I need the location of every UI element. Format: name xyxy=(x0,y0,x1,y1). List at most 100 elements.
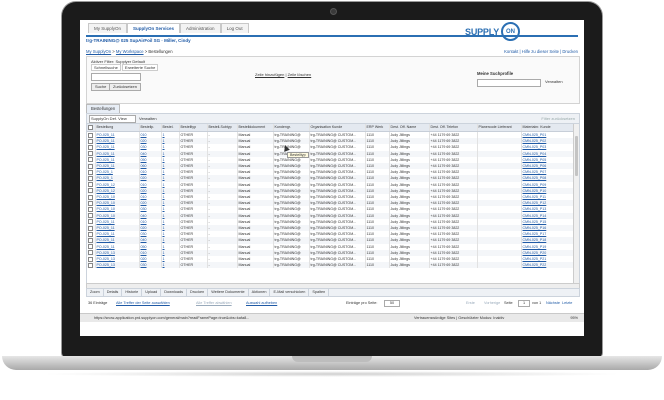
column-header[interactable]: Bestellung xyxy=(95,124,140,132)
table-cell: +44 1179 69 3822 xyxy=(429,131,478,139)
next-page-link[interactable]: Nächste xyxy=(546,299,560,307)
row-checkbox[interactable] xyxy=(88,231,93,237)
column-header[interactable]: ERP Werk xyxy=(365,124,390,132)
action-button[interactable]: Aktionen xyxy=(249,289,271,296)
column-header[interactable]: Dest. Off. Telefon xyxy=(429,124,478,132)
row-checkbox[interactable] xyxy=(88,151,93,157)
add-row-link[interactable]: Zeile hinzufügen xyxy=(255,72,284,77)
row-checkbox[interactable] xyxy=(88,169,93,175)
tab-quick-search[interactable]: Schnellsuche xyxy=(91,64,121,71)
tab-my-supplyon[interactable]: My SupplyOn xyxy=(88,23,128,33)
action-button[interactable]: Drucken xyxy=(187,289,209,296)
vertical-scrollbar[interactable] xyxy=(573,124,579,284)
tab-supplyon-services[interactable]: SupplyOn Services xyxy=(127,23,181,33)
search-profile-select[interactable] xyxy=(477,79,541,87)
table-cell[interactable]: CMN-025_P22 xyxy=(521,262,574,269)
reset-button[interactable]: Zurücksetzen xyxy=(109,83,142,91)
column-header[interactable]: Bestel. xyxy=(161,124,180,132)
column-header[interactable]: Kundengr. xyxy=(273,124,310,132)
breadcrumb-workspace[interactable]: My Workspace xyxy=(116,49,144,54)
action-button[interactable]: Upload xyxy=(142,289,162,296)
per-page-select[interactable]: 50 xyxy=(384,300,400,307)
action-button[interactable]: Spalten xyxy=(309,289,330,296)
tab-log-out[interactable]: Log Out xyxy=(220,23,249,33)
filter-field-select[interactable] xyxy=(91,73,141,81)
row-checkbox[interactable] xyxy=(88,132,93,138)
last-page-link[interactable]: Letzte xyxy=(562,299,572,307)
table-cell[interactable]: CMN-025_P01 xyxy=(521,131,574,139)
scrollbar-thumb[interactable] xyxy=(575,136,578,176)
table-cell: 1110 xyxy=(365,131,390,139)
select-all-checkbox[interactable] xyxy=(87,124,96,132)
row-checkbox[interactable] xyxy=(88,206,93,212)
table-cell: OTHER xyxy=(179,262,208,269)
action-button[interactable]: Historie xyxy=(122,289,143,296)
action-button[interactable]: Downloads xyxy=(161,289,188,296)
cancel-selection-link[interactable]: Auswahl aufheben xyxy=(246,299,277,307)
security-zone: Vertrauenswürdige Sites | Geschützter Mo… xyxy=(414,316,505,320)
search-button[interactable]: Suche xyxy=(91,83,111,91)
table-cell[interactable]: 1 xyxy=(161,131,180,139)
checkbox[interactable] xyxy=(88,124,93,130)
select-all-link[interactable]: Alle Treffer der Seite auswählen xyxy=(116,299,170,307)
row-checkbox[interactable] xyxy=(88,194,93,200)
manage-profiles-button[interactable]: Verwalten xyxy=(545,79,563,84)
row-checkbox-cell[interactable] xyxy=(87,131,96,139)
column-header[interactable]: Dest. Off. Name xyxy=(389,124,430,132)
table-cell[interactable]: PO-025_11 xyxy=(95,131,140,139)
column-header[interactable]: Organisation Kunde xyxy=(309,124,366,132)
column-header[interactable]: Materialnr. Kunde xyxy=(521,124,574,132)
row-checkbox[interactable] xyxy=(88,138,93,144)
first-page-link[interactable]: Erste xyxy=(466,299,475,307)
row-checkbox[interactable] xyxy=(88,157,93,163)
contact-link[interactable]: Kontakt xyxy=(504,49,518,54)
previous-page-link[interactable]: Vorherige xyxy=(484,299,500,307)
row-checkbox[interactable] xyxy=(88,188,93,194)
print-link[interactable]: Drucken xyxy=(562,49,578,54)
row-checkbox[interactable] xyxy=(88,144,93,150)
table-row[interactable]: PO-025_13 030 1 OTHER - Manual trg-TRAINING@ tr… xyxy=(87,262,574,269)
row-checkbox[interactable] xyxy=(88,200,93,206)
column-header[interactable]: Bestell-Subtyp xyxy=(207,124,238,132)
page-input[interactable]: 1 xyxy=(518,300,530,307)
grid-actions-bar: Zoom Details Historie Upload Downloads Drucke… xyxy=(86,288,580,297)
column-header[interactable]: Planercode Lieferant xyxy=(477,124,522,132)
help-link[interactable]: Hilfe zu dieser Seite xyxy=(522,49,559,54)
manage-views-button[interactable]: Verwalten xyxy=(139,115,157,122)
table-cell[interactable]: 1 xyxy=(161,262,180,269)
row-checkbox[interactable] xyxy=(88,219,93,225)
action-button[interactable]: E-Mail verschicken xyxy=(270,289,310,296)
row-checkbox[interactable] xyxy=(88,182,93,188)
row-checkbox[interactable] xyxy=(88,262,93,268)
column-header[interactable]: Bestelltyp xyxy=(179,124,208,132)
column-header[interactable]: Bestelldokument xyxy=(237,124,274,132)
tab-administration[interactable]: Administration xyxy=(180,23,221,33)
zoom-level[interactable]: 95% xyxy=(570,314,578,322)
table-cell[interactable]: PO-025_13 xyxy=(95,262,140,269)
row-checkbox[interactable] xyxy=(88,163,93,169)
breadcrumb-home[interactable]: My SupplyOn xyxy=(86,49,111,54)
row-checkbox[interactable] xyxy=(88,213,93,219)
column-header[interactable]: Bestellp. xyxy=(139,124,162,132)
deselect-all-link[interactable]: Alle Treffer abwählen xyxy=(196,299,232,307)
action-button[interactable]: Weitere Dokumente xyxy=(208,289,249,296)
tab-advanced-search[interactable]: Erweiterte Suche xyxy=(121,64,159,71)
row-checkbox[interactable] xyxy=(88,225,93,231)
row-checkbox[interactable] xyxy=(88,238,93,243)
view-select[interactable]: SupplyOn Def. View xyxy=(89,115,136,123)
row-checkbox-cell[interactable] xyxy=(87,262,96,269)
delete-row-link[interactable]: Zeile löschen xyxy=(288,72,312,77)
action-button[interactable]: Zoom xyxy=(87,289,104,296)
table-row[interactable]: PO-025_11 010 1 OTHER - Manual trg-TRAINING@ tr… xyxy=(87,131,574,139)
breadcrumb: My SupplyOn > My Workspace > Bestellunge… xyxy=(86,49,173,54)
row-checkbox[interactable] xyxy=(88,250,93,256)
table-cell[interactable]: 010 xyxy=(139,131,162,139)
action-button[interactable]: Details xyxy=(104,289,123,296)
row-checkbox[interactable] xyxy=(88,244,93,250)
reset-filter-link[interactable]: Filter zurücksetzen xyxy=(541,115,575,122)
my-search-profiles-label: Meine Suchprofile xyxy=(477,71,514,76)
row-checkbox[interactable] xyxy=(88,256,93,262)
row-checkbox[interactable] xyxy=(88,175,93,181)
tab-orders[interactable]: Bestellungen xyxy=(86,104,121,113)
table-cell[interactable]: 030 xyxy=(139,262,162,269)
